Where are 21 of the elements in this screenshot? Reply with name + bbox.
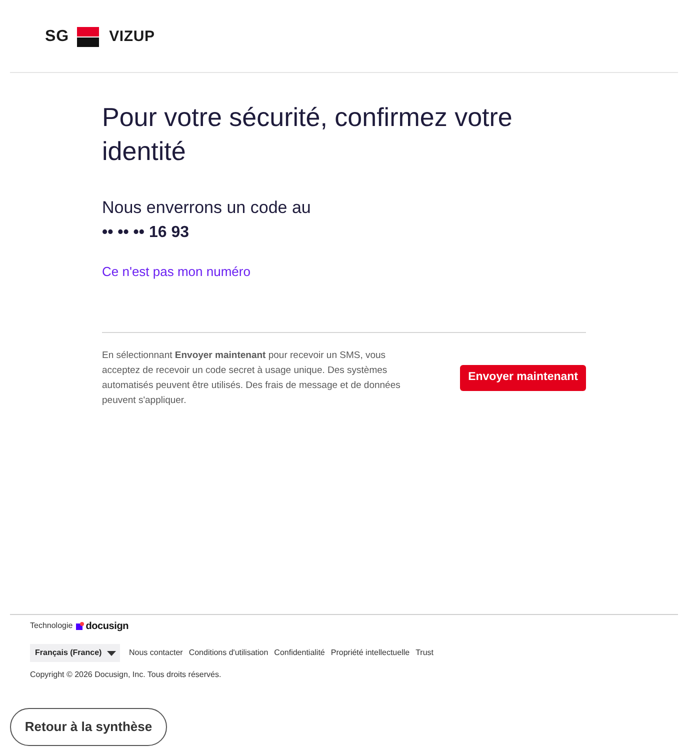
- page-title: Pour votre sécurité, confirmez votre identité: [102, 101, 514, 168]
- disclaimer-text: En sélectionnant Envoyer maintenant pour recevoir un SMS, vous acceptez de recevoir un code secret à usage unique. Des systèmes automatisés peuvent être utilisés. Des frais de message et de données peuvent s'appliquer.: [102, 349, 402, 408]
- copyright-text: Copyright © 2026 Docusign, Inc. Tous droits réservés.: [30, 669, 222, 681]
- brand-text: docusign: [86, 620, 129, 634]
- footer-link[interactable]: Conditions d'utilisation: [188, 647, 268, 659]
- phone-number: •• •• •• 16 93: [102, 223, 190, 243]
- wrong-number-link[interactable]: Ce n'est pas mon numéro: [102, 263, 250, 281]
- logo-text: SG: [45, 27, 70, 47]
- send-now-button[interactable]: Envoyer maintenant: [460, 365, 586, 391]
- back-button[interactable]: Retour à la synthèse: [10, 708, 167, 746]
- footer-link[interactable]: Propriété intellectuelle: [330, 647, 410, 659]
- logo-text: VIZUP: [109, 26, 155, 47]
- footer-link[interactable]: Nous contacter: [129, 647, 183, 659]
- powered-by-text: Technologie: [30, 620, 73, 632]
- footer-link[interactable]: Trust: [416, 647, 434, 659]
- footer-link[interactable]: Confidentialité: [274, 647, 325, 659]
- caret-down-icon: [107, 650, 116, 656]
- language-select[interactable]: Français (France): [30, 644, 120, 662]
- split-square-icon: [77, 27, 100, 47]
- square-logo-icon: [76, 622, 84, 630]
- message-text: Nous enverrons un code au: [102, 197, 312, 219]
